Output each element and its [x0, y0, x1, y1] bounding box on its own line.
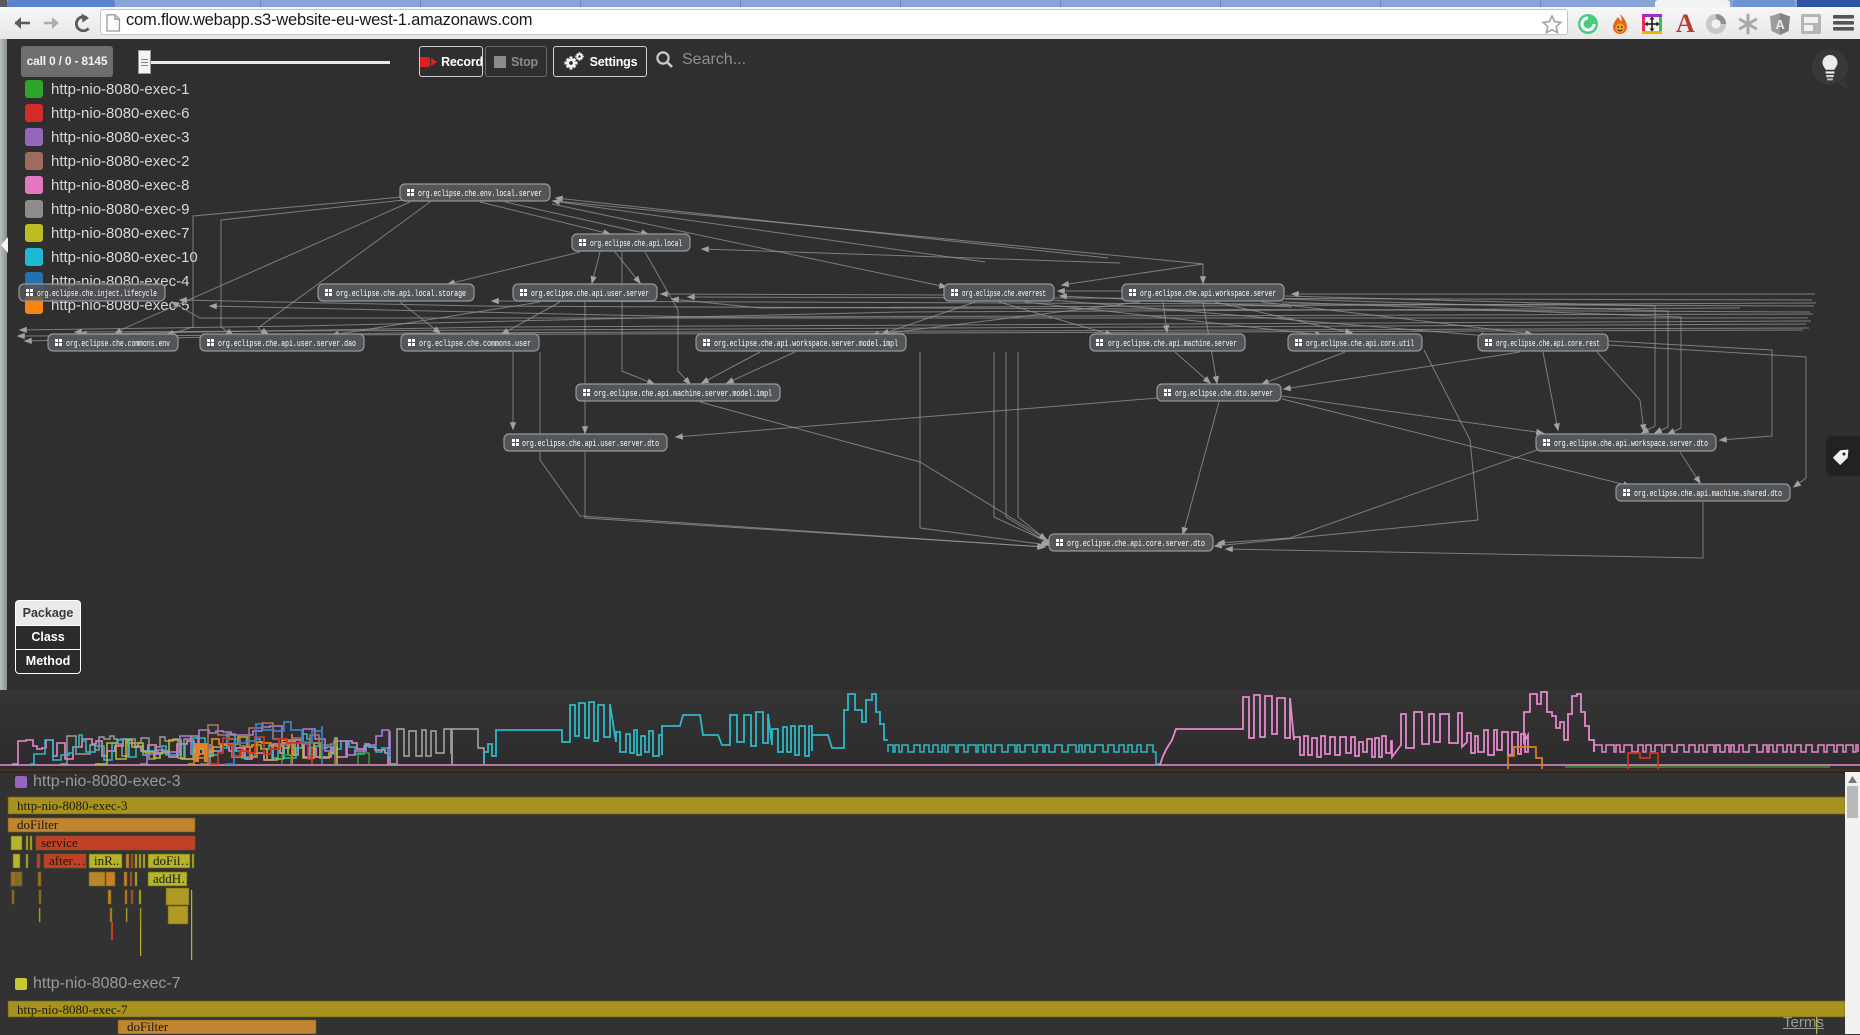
svg-text:doFil…: doFil… — [153, 853, 193, 868]
svg-text:after…: after… — [49, 853, 86, 868]
svg-text:doFilter: doFilter — [127, 1019, 169, 1034]
svg-text:service: service — [41, 835, 78, 850]
svg-text:inR..: inR.. — [94, 853, 119, 868]
svg-text:addH…: addH… — [153, 871, 194, 886]
svg-text:http-nio-8080-exec-7: http-nio-8080-exec-7 — [17, 1002, 128, 1017]
svg-text:http-nio-8080-exec-3: http-nio-8080-exec-3 — [17, 798, 127, 813]
svg-text:doFilter: doFilter — [17, 817, 59, 832]
